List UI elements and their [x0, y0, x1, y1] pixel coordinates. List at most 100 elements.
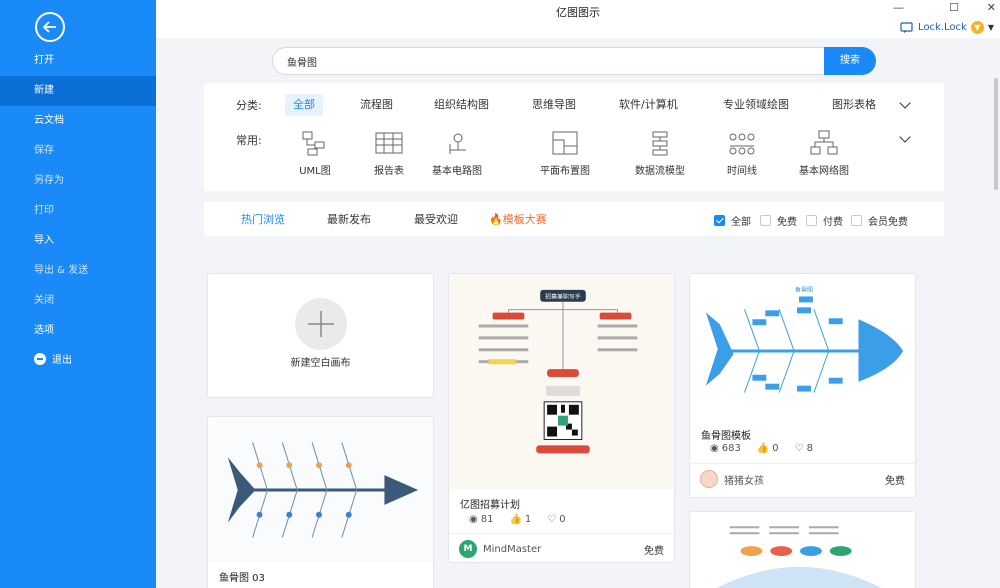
- back-arrow-icon[interactable]: [35, 12, 65, 42]
- plus-icon: [295, 298, 347, 350]
- template-card-recruitment[interactable]: 招募兼职写手 亿图招募计划 ◉ 81 👍 1 ♡ 0 M MindMaster 免费: [448, 273, 675, 563]
- new-blank-label: 新建空白画布: [290, 358, 351, 369]
- views-count: 81: [480, 514, 494, 525]
- category-table[interactable]: 图形表格: [824, 94, 884, 116]
- search-button[interactable]: 搜索: [824, 47, 876, 75]
- template-card-partial[interactable]: [689, 511, 916, 588]
- dropdown-chevron-icon[interactable]: ▼: [988, 23, 994, 32]
- likes-count: 0: [772, 443, 779, 454]
- floor-plan-icon: [552, 131, 578, 155]
- fire-icon: 🔥: [489, 213, 503, 226]
- common-timeline-label: 时间线: [727, 166, 757, 177]
- uml-icon: [302, 131, 325, 156]
- thumb-title: 鱼骨图: [795, 286, 813, 294]
- sidebar-item-export[interactable]: 导出 & 发送: [0, 256, 156, 286]
- sidebar-item-new[interactable]: 新建: [0, 76, 156, 106]
- checkbox-icon: [806, 215, 817, 226]
- category-flowchart[interactable]: 流程图: [352, 94, 401, 116]
- common-circuit[interactable]: 基本电路图: [412, 130, 502, 177]
- likes-stat[interactable]: 👍 1: [509, 514, 531, 525]
- mindmaster-logo-icon: M: [459, 540, 477, 558]
- author-name: 猪猪女孩: [724, 475, 764, 487]
- common-report-label: 报告表: [374, 166, 404, 177]
- sidebar-item-close[interactable]: 关闭: [0, 286, 156, 316]
- comments-stat[interactable]: ♡ 0: [547, 514, 565, 525]
- likes-stat[interactable]: 👍 0: [757, 443, 779, 454]
- template-card-fishbone-03[interactable]: 鱼骨图 03: [207, 416, 434, 588]
- new-blank-canvas-card[interactable]: 新建空白画布: [207, 273, 434, 398]
- common-circuit-label: 基本电路图: [432, 166, 482, 177]
- common-network[interactable]: 基本网络图: [779, 130, 869, 177]
- likes-count: 1: [524, 514, 532, 525]
- comments-count: 8: [806, 443, 813, 454]
- username: Lock.Lock: [918, 22, 967, 33]
- fishbone-thumbnail: [208, 417, 433, 562]
- common-floor-plan[interactable]: 平面布置图: [520, 130, 610, 177]
- maximize-icon[interactable]: ☐: [949, 1, 959, 14]
- common-floor-plan-label: 平面布置图: [540, 166, 590, 177]
- exit-icon: [34, 353, 46, 365]
- common-dataflow[interactable]: 数据流模型: [615, 130, 705, 177]
- filter-all-checkbox[interactable]: 全部: [714, 213, 751, 228]
- app-title: 亿图图示: [556, 6, 600, 19]
- filter-all-label: 全部: [731, 217, 751, 228]
- tab-contest[interactable]: 🔥模板大赛: [489, 211, 547, 227]
- poster-title: 招募兼职写手: [545, 293, 581, 301]
- card-stats: ◉ 683 👍 0 ♡ 8: [710, 443, 813, 454]
- sidebar-item-open[interactable]: 打开: [0, 46, 156, 76]
- expand-categories-icon[interactable]: [899, 97, 911, 109]
- sidebar-item-save-as[interactable]: 另存为: [0, 166, 156, 196]
- filter-panel: 分类: 全部 流程图 组织结构图 思维导图 软件/计算机 专业领域绘图 图形表格…: [204, 83, 944, 191]
- scrollbar-thumb[interactable]: [994, 78, 998, 190]
- sidebar-item-import[interactable]: 导入: [0, 226, 156, 256]
- sidebar-item-cloud[interactable]: 云文档: [0, 106, 156, 136]
- search-bar: 搜索: [272, 47, 876, 75]
- partial-thumbnail: [716, 526, 882, 588]
- filter-member-free-label: 会员免费: [868, 217, 908, 228]
- divider: [690, 463, 915, 464]
- template-card-fishbone-template[interactable]: 鱼骨图 鱼骨图模板 ◉ 683 👍 0 ♡ 8 猪猪女孩 免费: [689, 273, 916, 498]
- common-label: 常用:: [236, 134, 262, 147]
- sidebar: 打开 新建 云文档 保存 另存为 打印 导入 导出 & 发送 关闭 选项 退出: [0, 0, 156, 588]
- recruitment-thumbnail: 招募兼职写手: [449, 274, 674, 489]
- divider: [449, 533, 674, 534]
- minimize-icon[interactable]: —: [893, 1, 904, 14]
- sidebar-item-exit[interactable]: 退出: [0, 346, 156, 376]
- category-all[interactable]: 全部: [285, 94, 323, 116]
- filter-member-free-checkbox[interactable]: 会员免费: [851, 213, 908, 228]
- card-author[interactable]: 猪猪女孩: [700, 470, 764, 488]
- sidebar-item-print[interactable]: 打印: [0, 196, 156, 226]
- views-count: 683: [721, 443, 741, 454]
- common-dataflow-label: 数据流模型: [635, 166, 685, 177]
- tab-popular[interactable]: 最受欢迎: [414, 211, 458, 227]
- user-account[interactable]: Lock.Lock ▼ ▼: [900, 21, 994, 34]
- common-network-label: 基本网络图: [799, 166, 849, 177]
- title-bar: 亿图图示 — ☐ ✕ Lock.Lock ▼ ▼: [156, 0, 1000, 38]
- card-author[interactable]: M MindMaster: [459, 540, 541, 558]
- comments-count: 0: [559, 514, 566, 525]
- scrollbar[interactable]: [992, 38, 1000, 588]
- filter-paid-checkbox[interactable]: 付费: [806, 213, 843, 228]
- card-title: 亿图招募计划: [460, 500, 520, 511]
- category-mind-map[interactable]: 思维导图: [524, 94, 584, 116]
- category-professional[interactable]: 专业领域绘图: [715, 94, 797, 116]
- category-org-chart[interactable]: 组织结构图: [426, 94, 497, 116]
- filter-free-checkbox[interactable]: 免费: [760, 213, 797, 228]
- close-icon[interactable]: ✕: [987, 1, 996, 14]
- eye-icon: ◉: [469, 514, 478, 525]
- sidebar-item-save[interactable]: 保存: [0, 136, 156, 166]
- search-input[interactable]: [272, 47, 832, 75]
- tab-hot[interactable]: 热门浏览: [241, 211, 285, 227]
- tab-latest[interactable]: 最新发布: [327, 211, 371, 227]
- category-label: 分类:: [236, 99, 262, 112]
- category-software[interactable]: 软件/计算机: [611, 94, 686, 116]
- sidebar-item-options[interactable]: 选项: [0, 316, 156, 346]
- comment-icon: ♡: [547, 514, 557, 525]
- expand-common-icon[interactable]: [899, 131, 911, 143]
- common-timeline[interactable]: 时间线: [697, 130, 787, 177]
- price-label: 免费: [644, 546, 664, 557]
- message-icon: [900, 21, 913, 33]
- network-icon: [810, 130, 838, 155]
- comments-stat[interactable]: ♡ 8: [795, 443, 813, 454]
- common-uml-label: UML图: [299, 166, 331, 177]
